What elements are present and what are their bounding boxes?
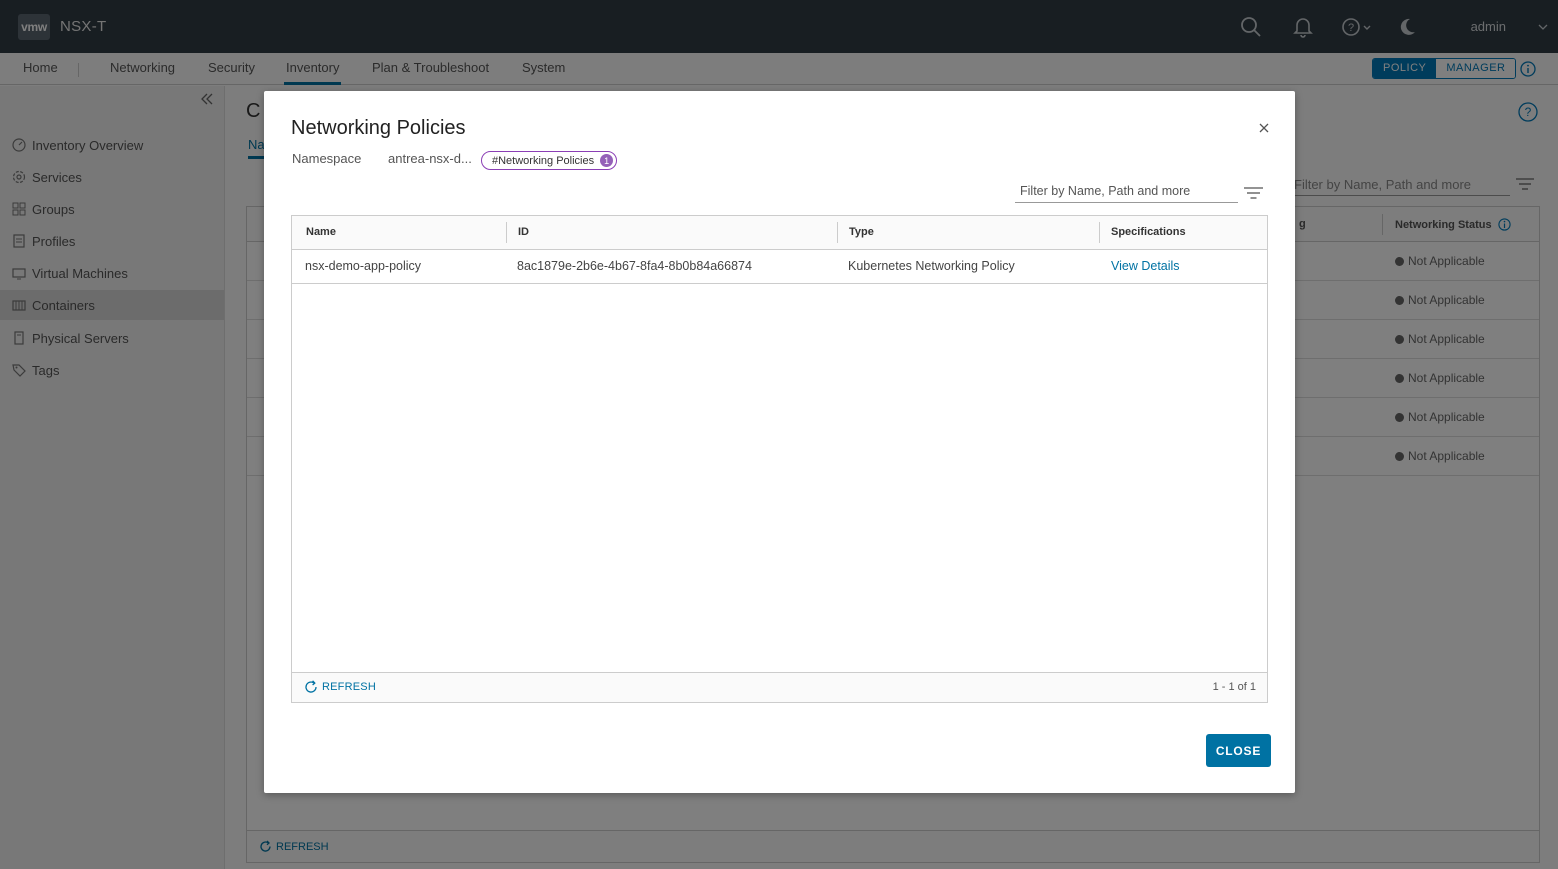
refresh-label: REFRESH bbox=[322, 681, 376, 693]
search-input[interactable]: Filter by Name, Path and more bbox=[1015, 181, 1238, 203]
column-divider[interactable] bbox=[506, 222, 507, 243]
namespace-label: Namespace bbox=[292, 151, 362, 166]
modal-title: Networking Policies bbox=[291, 117, 466, 139]
tag-label: #Networking Policies bbox=[492, 154, 595, 167]
column-header-name[interactable]: Name bbox=[306, 216, 336, 249]
networking-policies-modal: Networking Policies Namespace antrea-nsx… bbox=[264, 91, 1295, 793]
cell-id: 8ac1879e-2b6e-4b67-8fa4-8b0b84a66874 bbox=[517, 259, 752, 273]
table-row: nsx-demo-app-policy 8ac1879e-2b6e-4b67-8… bbox=[292, 250, 1267, 284]
refresh-button[interactable]: REFRESH bbox=[304, 680, 376, 694]
column-divider[interactable] bbox=[1099, 222, 1100, 243]
refresh-icon bbox=[305, 680, 317, 693]
cell-type: Kubernetes Networking Policy bbox=[848, 259, 1015, 273]
table-footer: REFRESH 1 - 1 of 1 bbox=[292, 672, 1267, 702]
close-button[interactable]: CLOSE bbox=[1206, 734, 1271, 767]
filter-icon[interactable] bbox=[1244, 187, 1263, 202]
view-details-link[interactable]: View Details bbox=[1111, 250, 1180, 283]
namespace-value: antrea-nsx-d... bbox=[388, 151, 472, 166]
column-header-id[interactable]: ID bbox=[518, 216, 529, 249]
close-icon[interactable] bbox=[1257, 121, 1271, 135]
column-header-type[interactable]: Type bbox=[849, 216, 874, 249]
table-header: Name ID Type Specifications bbox=[292, 216, 1267, 250]
policies-datagrid: Name ID Type Specifications nsx-demo-app… bbox=[291, 215, 1268, 703]
networking-policies-tag: #Networking Policies 1 bbox=[481, 151, 618, 170]
pagination-info: 1 - 1 of 1 bbox=[1212, 681, 1256, 693]
column-divider[interactable] bbox=[837, 222, 838, 243]
cell-name: nsx-demo-app-policy bbox=[305, 259, 422, 273]
tag-count-badge: 1 bbox=[600, 154, 614, 167]
column-header-specifications[interactable]: Specifications bbox=[1111, 216, 1186, 249]
